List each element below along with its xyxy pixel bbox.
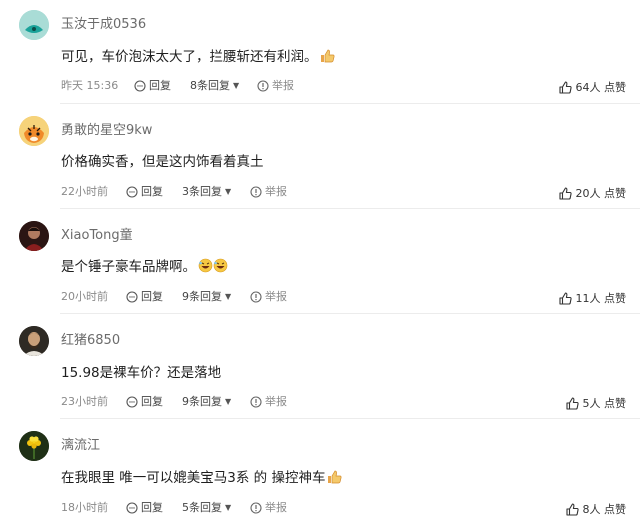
report-label: 举报: [265, 395, 287, 408]
reply-button[interactable]: 回复: [126, 185, 163, 199]
replies-count: 3条回复: [182, 185, 222, 198]
comment-meta: 20小时前: [61, 290, 108, 304]
comment-item: 勇敢的星空9kw 价格确实香，但是这内饰看着真土 22小时前 回复 3条回复 ▼…: [0, 104, 640, 208]
report-label: 举报: [265, 501, 287, 514]
report-button[interactable]: 举报: [250, 395, 287, 409]
view-replies-button[interactable]: 9条回复 ▼: [182, 395, 231, 409]
reply-button[interactable]: 回复: [126, 395, 163, 409]
like-button[interactable]: 5人 点赞: [565, 395, 627, 411]
replies-count: 5条回复: [182, 501, 222, 514]
comment-icon: [126, 502, 138, 514]
thumbs-up-icon: [558, 186, 572, 200]
comment-meta: 昨天 15:36: [61, 79, 118, 93]
comment-item: 玉汝于成0536 可见，车价泡沫太大了，拦腰斩还有利润。 昨天 15:36 回复…: [0, 0, 640, 103]
report-label: 举报: [265, 185, 287, 198]
comment-item: 红猪6850 15.98是裸车价？还是落地 23小时前 回复 9条回复 ▼ 举报…: [0, 314, 640, 418]
replies-count: 9条回复: [182, 290, 222, 303]
comment-meta: 23小时前: [61, 395, 108, 409]
timestamp: 23小时前: [61, 395, 108, 408]
like-count: 64人 点赞: [575, 81, 627, 94]
view-replies-button[interactable]: 8条回复 ▼: [190, 79, 239, 93]
warning-circle-icon: [250, 291, 262, 303]
replies-count: 8条回复: [190, 79, 230, 92]
warning-circle-icon: [250, 396, 262, 408]
comment-text-content: 可见，车价泡沫太大了，拦腰斩还有利润。: [61, 49, 318, 65]
username[interactable]: 漓流江: [61, 438, 100, 454]
report-button[interactable]: 举报: [250, 501, 287, 515]
username[interactable]: 勇敢的星空9kw: [61, 123, 152, 139]
warning-circle-icon: [250, 502, 262, 514]
avatar[interactable]: [19, 431, 49, 461]
reply-button[interactable]: 回复: [126, 501, 163, 515]
username[interactable]: 红猪6850: [61, 333, 120, 349]
comment-icon: [134, 80, 146, 92]
comment-meta: 18小时前: [61, 501, 108, 515]
thumbs-up-icon: [558, 291, 572, 305]
replies-count: 9条回复: [182, 395, 222, 408]
comment-meta: 22小时前: [61, 185, 108, 199]
laughing-emoji-icon: [198, 258, 228, 278]
avatar[interactable]: [19, 326, 49, 356]
caret-down-icon: ▼: [225, 503, 232, 512]
thumbs-up-emoji-icon: [320, 49, 335, 68]
like-count: 8人 点赞: [582, 503, 627, 516]
like-button[interactable]: 20人 点赞: [558, 185, 627, 201]
caret-down-icon: ▼: [233, 81, 240, 90]
comment-text: 可见，车价泡沫太大了，拦腰斩还有利润。: [61, 48, 335, 68]
timestamp: 昨天 15:36: [61, 79, 119, 92]
view-replies-button[interactable]: 3条回复 ▼: [182, 185, 231, 199]
timestamp: 18小时前: [61, 501, 108, 514]
caret-down-icon: ▼: [225, 292, 232, 301]
username[interactable]: 玉汝于成0536: [61, 17, 146, 33]
report-label: 举报: [265, 290, 287, 303]
comment-text-content: 是个锤子豪车品牌啊。: [61, 259, 196, 275]
caret-down-icon: ▼: [225, 187, 232, 196]
thumbs-up-icon: [558, 80, 572, 94]
avatar[interactable]: [19, 116, 49, 146]
like-count: 20人 点赞: [575, 187, 627, 200]
like-count: 5人 点赞: [582, 397, 627, 410]
comment-text-content: 在我眼里 唯一可以媲美宝马3系 的 操控神车: [61, 470, 326, 486]
thumbs-up-emoji-icon: [327, 470, 342, 489]
reply-label: 回复: [141, 501, 163, 514]
report-button[interactable]: 举报: [250, 290, 287, 304]
comment-item: XiaoTong童 是个锤子豪车品牌啊。 20小时前 回复 9条回复 ▼ 举报 …: [0, 209, 640, 313]
comment-icon: [126, 291, 138, 303]
thumbs-up-icon: [565, 502, 579, 516]
comment-text: 是个锤子豪车品牌啊。: [61, 258, 228, 278]
avatar[interactable]: [19, 221, 49, 251]
comment-item: 漓流江 在我眼里 唯一可以媲美宝马3系 的 操控神车 18小时前 回复 5条回复…: [0, 419, 640, 523]
timestamp: 20小时前: [61, 290, 108, 303]
warning-circle-icon: [250, 186, 262, 198]
comment-text: 价格确实香，但是这内饰看着真土: [61, 154, 264, 170]
report-label: 举报: [272, 79, 294, 92]
username[interactable]: XiaoTong童: [61, 228, 133, 244]
comment-icon: [126, 396, 138, 408]
comment-text: 在我眼里 唯一可以媲美宝马3系 的 操控神车: [61, 469, 342, 489]
caret-down-icon: ▼: [225, 397, 232, 406]
report-button[interactable]: 举报: [250, 185, 287, 199]
thumbs-up-icon: [565, 396, 579, 410]
like-button[interactable]: 11人 点赞: [558, 290, 627, 306]
timestamp: 22小时前: [61, 185, 108, 198]
reply-button[interactable]: 回复: [134, 79, 171, 93]
report-button[interactable]: 举报: [257, 79, 294, 93]
comment-icon: [126, 186, 138, 198]
like-button[interactable]: 64人 点赞: [558, 79, 627, 95]
comment-text: 15.98是裸车价？还是落地: [61, 365, 222, 381]
reply-button[interactable]: 回复: [126, 290, 163, 304]
like-button[interactable]: 8人 点赞: [565, 501, 627, 517]
view-replies-button[interactable]: 9条回复 ▼: [182, 290, 231, 304]
reply-label: 回复: [149, 79, 171, 92]
reply-label: 回复: [141, 290, 163, 303]
reply-label: 回复: [141, 185, 163, 198]
warning-circle-icon: [257, 80, 269, 92]
view-replies-button[interactable]: 5条回复 ▼: [182, 501, 231, 515]
like-count: 11人 点赞: [575, 292, 627, 305]
reply-label: 回复: [141, 395, 163, 408]
avatar[interactable]: [19, 10, 49, 40]
